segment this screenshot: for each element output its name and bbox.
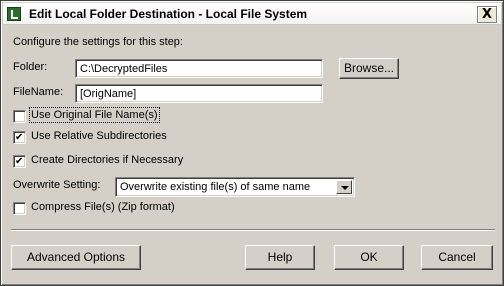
dialog-window: Edit Local Folder Destination - Local Fi… bbox=[0, 0, 504, 286]
instruction-text: Configure the settings for this step: bbox=[13, 36, 183, 48]
compress-label[interactable]: Compress File(s) (Zip format) bbox=[31, 201, 175, 213]
title-bar[interactable]: Edit Local Folder Destination - Local Fi… bbox=[3, 3, 501, 25]
compress-checkbox[interactable] bbox=[13, 202, 26, 215]
advanced-options-button[interactable]: Advanced Options bbox=[11, 245, 141, 270]
use-original-name-label[interactable]: Use Original File Name(s) bbox=[29, 107, 160, 123]
folder-input[interactable]: C:\DecryptedFiles bbox=[75, 59, 323, 78]
help-button[interactable]: Help bbox=[245, 245, 315, 270]
create-dirs-label[interactable]: Create Directories if Necessary bbox=[31, 154, 183, 166]
cancel-button[interactable]: Cancel bbox=[421, 245, 493, 270]
window-title: Edit Local Folder Destination - Local Fi… bbox=[29, 7, 308, 21]
use-relative-subdirs-label[interactable]: Use Relative Subdirectories bbox=[31, 130, 167, 142]
ok-button[interactable]: OK bbox=[334, 245, 404, 270]
separator bbox=[11, 229, 495, 231]
overwrite-label: Overwrite Setting: bbox=[13, 179, 101, 191]
overwrite-selected-value: Overwrite existing file(s) of same name bbox=[120, 181, 311, 193]
folder-label: Folder: bbox=[13, 61, 48, 73]
overwrite-select[interactable]: Overwrite existing file(s) of same name bbox=[115, 177, 355, 197]
close-button[interactable]: X bbox=[477, 6, 497, 23]
use-relative-subdirs-checkbox[interactable] bbox=[13, 131, 26, 144]
filename-label: FileName: bbox=[13, 86, 64, 98]
use-original-name-checkbox[interactable] bbox=[13, 110, 26, 123]
create-dirs-checkbox[interactable] bbox=[13, 155, 26, 168]
chevron-down-icon[interactable] bbox=[336, 180, 352, 194]
browse-button[interactable]: Browse... bbox=[339, 58, 399, 79]
app-icon bbox=[7, 7, 21, 21]
filename-input[interactable]: [OrigName] bbox=[75, 84, 323, 103]
